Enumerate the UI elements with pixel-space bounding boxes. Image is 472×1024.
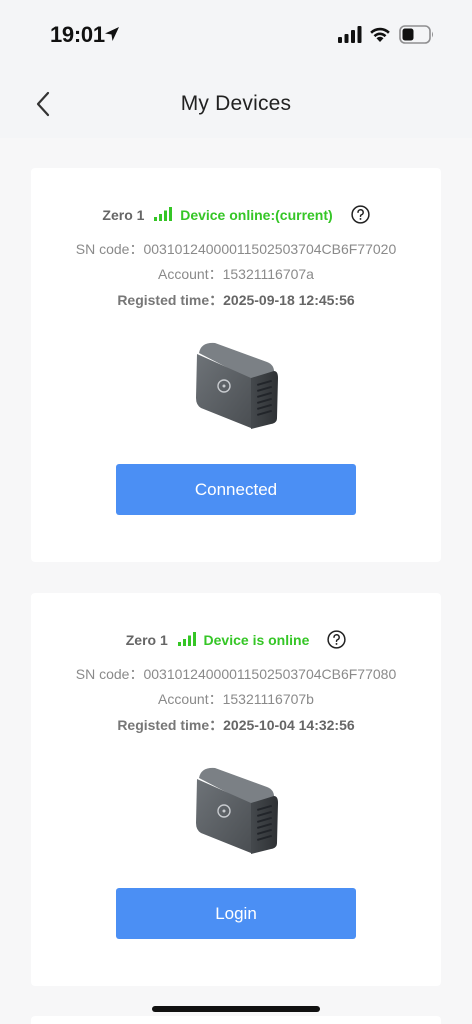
- home-indicator: [152, 1006, 320, 1012]
- registed-time-line: Registed time：2025-10-04 14:32:56: [31, 715, 441, 735]
- device-image: [196, 767, 278, 854]
- device-model: Zero 1: [125, 632, 168, 648]
- connected-button[interactable]: Connected: [116, 464, 356, 515]
- login-button[interactable]: Login: [116, 888, 356, 939]
- device-card: Zero 1 Device is online SN code：00310124…: [31, 593, 441, 986]
- page-title: My Devices: [180, 92, 292, 115]
- device-model: Zero 1: [102, 207, 145, 223]
- sn-code-value: 00310124000011502503704CB6F77080: [143, 666, 397, 682]
- location-arrow-icon: [105, 27, 119, 41]
- device-online-status: Device online:(current): [180, 207, 333, 223]
- account-value: 15321116707b: [222, 691, 314, 707]
- registed-time-line: Registed time：2025-09-18 12:45:56: [31, 290, 441, 310]
- nav-header: My Devices: [0, 68, 472, 138]
- account-line: Account：15321116707a: [31, 264, 441, 284]
- device-card: Zero 1 Device online:(current) SN code：0…: [31, 168, 441, 562]
- question-circle-icon[interactable]: [350, 205, 370, 224]
- device-card-partial: [31, 1016, 441, 1024]
- signal-bars-icon: [177, 632, 196, 646]
- account-value: 15321116707a: [222, 266, 314, 282]
- sn-code-label: SN code：: [75, 241, 144, 257]
- device-image: [196, 342, 278, 429]
- device-online-status: Device is online: [203, 632, 310, 648]
- registed-time-value: 2025-09-18 12:45:56: [223, 292, 355, 308]
- device-status-line: Zero 1 Device is online: [31, 630, 441, 649]
- wifi-icon: [370, 27, 390, 42]
- device-status-line: Zero 1 Device online:(current): [31, 205, 441, 224]
- account-line: Account：15321116707b: [31, 689, 441, 709]
- sn-code-value: 00310124000011502503704CB6F77020: [143, 241, 397, 257]
- sn-code-line: SN code：00310124000011502503704CB6F77080: [31, 664, 441, 684]
- registed-time-label: Registed time：: [117, 717, 224, 733]
- status-time: 19:01: [50, 22, 105, 47]
- account-label: Account：: [158, 266, 223, 282]
- sn-code-label: SN code：: [75, 666, 144, 682]
- battery-icon: [399, 25, 433, 44]
- sn-code-line: SN code：00310124000011502503704CB6F77020: [31, 239, 441, 259]
- question-circle-icon[interactable]: [327, 630, 346, 649]
- signal-bars-icon: [154, 207, 173, 221]
- registed-time-label: Registed time：: [117, 292, 224, 308]
- my-devices-screen: 19:01 My Devices Zero 1 Device online:(c…: [0, 0, 472, 1024]
- status-bar: 19:01: [0, 0, 472, 68]
- registed-time-value: 2025-10-04 14:32:56: [223, 717, 355, 733]
- cellular-signal-icon: [338, 26, 362, 43]
- account-label: Account：: [158, 691, 223, 707]
